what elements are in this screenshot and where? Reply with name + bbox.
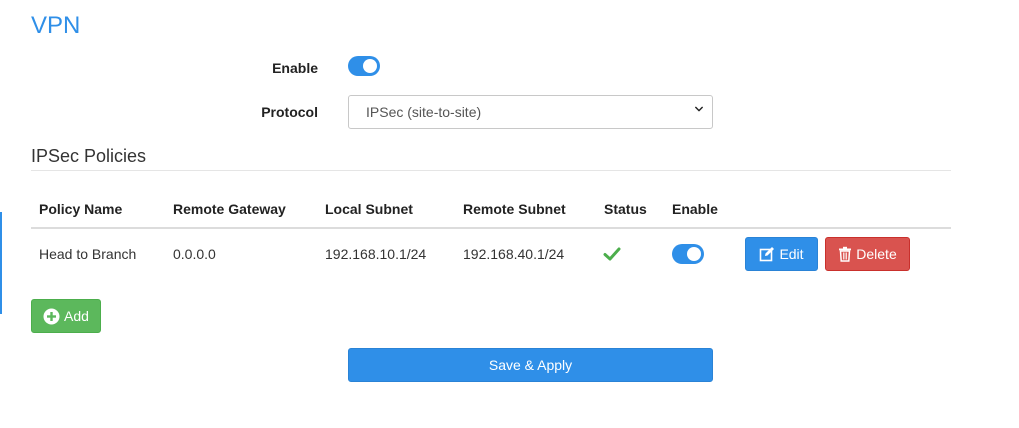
- left-accent-bar: [0, 212, 2, 314]
- protocol-label: Protocol: [261, 104, 318, 120]
- table-header-divider: [31, 227, 951, 229]
- delete-button-label: Delete: [856, 246, 897, 262]
- trash-icon: [839, 246, 852, 262]
- add-button-label: Add: [64, 308, 89, 324]
- edit-button-label: Edit: [779, 246, 804, 262]
- local-subnet-cell: 192.168.10.1/24: [325, 246, 427, 262]
- delete-button[interactable]: Delete: [825, 237, 910, 271]
- column-header-local-subnet: Local Subnet: [325, 201, 413, 217]
- column-header-remote-subnet: Remote Subnet: [463, 201, 566, 217]
- policy-enable-toggle[interactable]: [672, 244, 704, 264]
- protocol-select-value: IPSec (site-to-site): [366, 104, 482, 120]
- page-title: VPN: [31, 12, 81, 39]
- policy-name-cell: Head to Branch: [39, 246, 137, 262]
- edit-icon: [760, 247, 775, 262]
- column-header-enable: Enable: [672, 201, 718, 217]
- section-divider: [31, 170, 951, 171]
- check-icon: [603, 247, 621, 261]
- enable-label: Enable: [272, 60, 318, 76]
- chevron-down-icon: [695, 106, 703, 112]
- column-header-status: Status: [604, 201, 647, 217]
- toggle-knob: [363, 59, 377, 73]
- plus-circle-icon: [43, 308, 60, 324]
- vpn-page: VPN Enable Protocol IPSec (site-to-site)…: [0, 0, 1019, 428]
- remote-gateway-cell: 0.0.0.0: [173, 246, 216, 262]
- column-header-policy-name: Policy Name: [39, 201, 123, 217]
- save-apply-button[interactable]: Save & Apply: [348, 348, 713, 382]
- edit-button[interactable]: Edit: [745, 237, 818, 271]
- remote-subnet-cell: 192.168.40.1/24: [463, 246, 565, 262]
- protocol-select[interactable]: IPSec (site-to-site): [348, 95, 713, 129]
- policies-section-title: IPSec Policies: [31, 146, 147, 166]
- column-header-remote-gateway: Remote Gateway: [173, 201, 286, 217]
- add-policy-button[interactable]: Add: [31, 299, 101, 333]
- toggle-knob: [687, 247, 701, 261]
- vpn-enable-toggle[interactable]: [348, 56, 380, 76]
- save-button-label: Save & Apply: [488, 357, 573, 373]
